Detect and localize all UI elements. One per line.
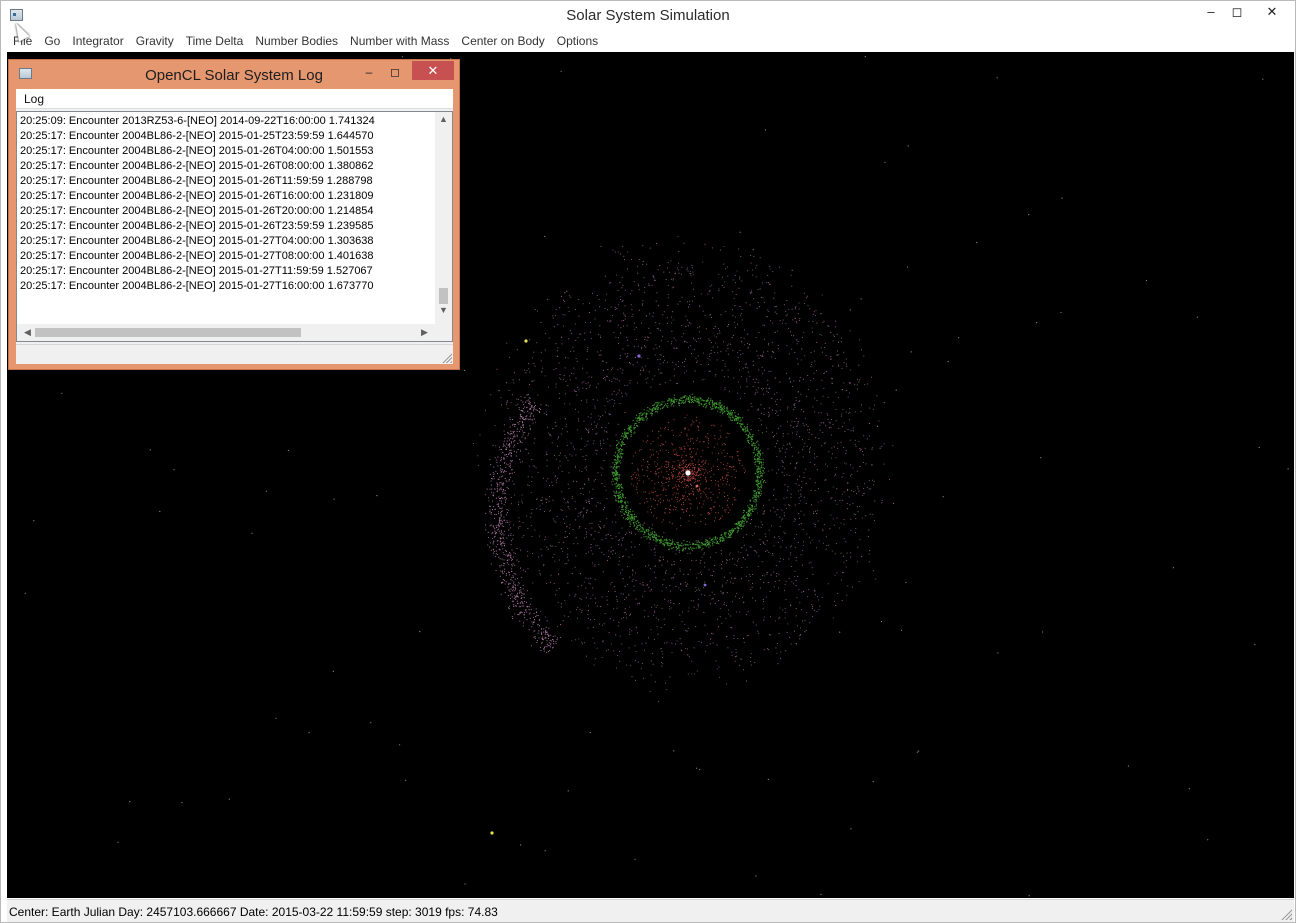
menu-number-with-mass[interactable]: Number with Mass [344,31,455,52]
log-lines: 20:25:09: Encounter 2013RZ53-6-[NEO] 201… [20,114,432,320]
log-line[interactable]: 20:25:17: Encounter 2004BL86-2-[NEO] 201… [20,249,432,264]
log-input-area[interactable] [16,344,453,364]
menu-center-on-body[interactable]: Center on Body [455,31,550,52]
log-line[interactable]: 20:25:17: Encounter 2004BL86-2-[NEO] 201… [20,129,432,144]
menu-gravity[interactable]: Gravity [130,31,180,52]
menu-options[interactable]: Options [551,31,604,52]
horizontal-scroll-thumb[interactable] [35,328,301,337]
menu-go[interactable]: Go [38,31,66,52]
title-bar[interactable]: Solar System Simulation – ◻ ✕ [1,1,1295,31]
vertical-scrollbar[interactable]: ▲ ▼ [435,112,452,324]
log-line[interactable]: 20:25:17: Encounter 2004BL86-2-[NEO] 201… [20,264,432,279]
scroll-up-icon[interactable]: ▲ [435,114,452,124]
log-menu[interactable]: Log [16,89,52,106]
log-title-bar[interactable]: OpenCL Solar System Log – ◻ ✕ [9,60,459,88]
log-close-button[interactable]: ✕ [412,61,454,80]
maximize-button[interactable]: ◻ [1223,1,1251,25]
log-line[interactable]: 20:25:17: Encounter 2004BL86-2-[NEO] 201… [20,189,432,204]
log-line[interactable]: 20:25:17: Encounter 2004BL86-2-[NEO] 201… [20,159,432,174]
scroll-down-icon[interactable]: ▼ [435,305,452,315]
menu-number-bodies[interactable]: Number Bodies [249,31,344,52]
log-line[interactable]: 20:25:09: Encounter 2013RZ53-6-[NEO] 201… [20,114,432,129]
close-button[interactable]: ✕ [1253,1,1291,25]
vertical-scroll-thumb[interactable] [439,288,448,304]
status-text: Center: Earth Julian Day: 2457103.666667… [9,905,498,919]
log-line[interactable]: 20:25:17: Encounter 2004BL86-2-[NEO] 201… [20,234,432,249]
log-minimize-button[interactable]: – [357,63,381,83]
resize-grip-icon[interactable] [1280,908,1292,920]
menu-bar: File Go Integrator Gravity Time Delta Number … [7,31,1294,52]
menu-time-delta[interactable]: Time Delta [180,31,250,52]
log-menu-bar: Log [16,89,453,109]
log-line[interactable]: 20:25:17: Encounter 2004BL86-2-[NEO] 201… [20,219,432,234]
scroll-right-icon[interactable]: ▶ [416,327,433,338]
log-line[interactable]: 20:25:17: Encounter 2004BL86-2-[NEO] 201… [20,174,432,189]
log-line[interactable]: 20:25:17: Encounter 2004BL86-2-[NEO] 201… [20,204,432,219]
log-maximize-button[interactable]: ◻ [383,63,407,83]
status-bar: Center: Earth Julian Day: 2457103.666667… [7,899,1294,922]
log-window: OpenCL Solar System Log – ◻ ✕ Log 20:25:… [8,59,460,370]
minimize-button[interactable]: – [1197,1,1225,25]
menu-integrator[interactable]: Integrator [66,31,129,52]
log-line[interactable]: 20:25:17: Encounter 2004BL86-2-[NEO] 201… [20,279,432,294]
log-resize-grip-icon[interactable] [441,352,452,363]
scroll-left-icon[interactable]: ◀ [19,327,36,338]
window-title: Solar System Simulation [566,7,730,24]
log-client-area: Log 20:25:09: Encounter 2013RZ53-6-[NEO]… [16,89,453,364]
scroll-corner [435,324,452,341]
log-line[interactable]: 20:25:17: Encounter 2004BL86-2-[NEO] 201… [20,144,432,159]
horizontal-scrollbar[interactable]: ◀ ▶ [17,324,435,341]
log-list[interactable]: 20:25:09: Encounter 2013RZ53-6-[NEO] 201… [16,111,453,342]
